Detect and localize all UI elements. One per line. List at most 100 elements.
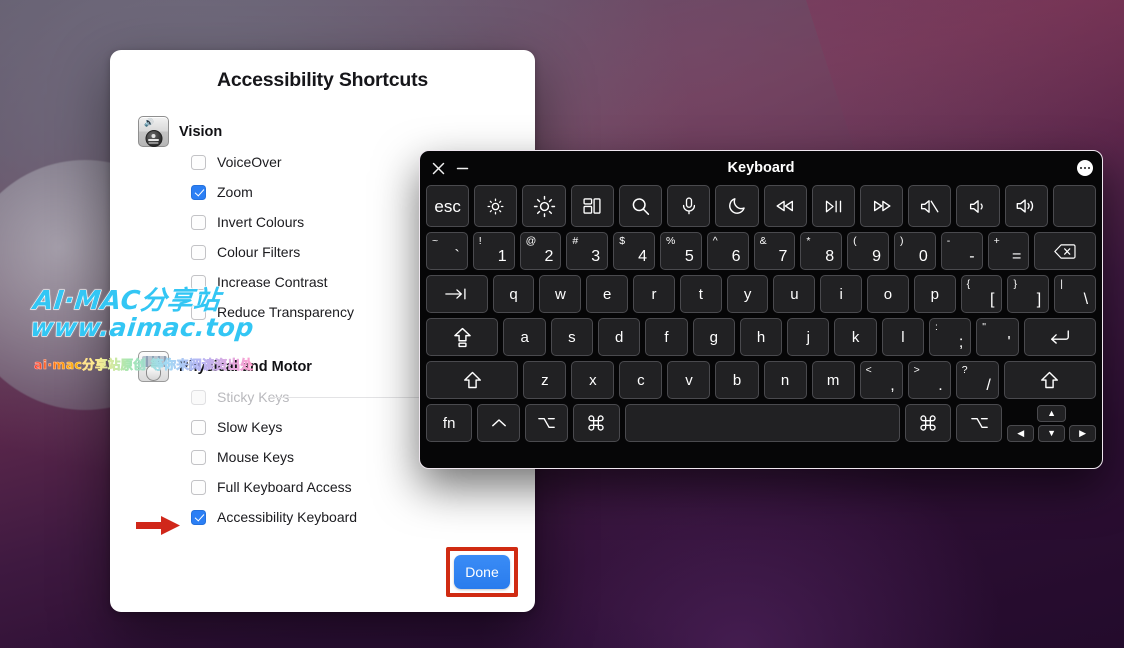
key-delete-backspace[interactable] [1034, 232, 1097, 270]
key-rewind[interactable] [763, 185, 807, 227]
key-k[interactable]: k [834, 318, 877, 356]
key-return[interactable] [1023, 318, 1097, 356]
key-volume-up[interactable] [1004, 185, 1048, 227]
key-l[interactable]: l [881, 318, 925, 356]
checkbox-invert-colours[interactable] [191, 214, 206, 230]
key-j[interactable]: j [787, 318, 830, 356]
checkbox-voiceover[interactable] [191, 154, 206, 170]
checkbox-increase-contrast[interactable] [191, 274, 206, 290]
key-m[interactable]: m [811, 361, 855, 399]
key-i[interactable]: i [820, 275, 863, 313]
checkbox-mouse-keys[interactable] [191, 449, 206, 465]
checkbox-row-full-keyboard-access[interactable]: Full Keyboard Access [138, 472, 535, 502]
key-arrow-left[interactable]: ◀ [1007, 425, 1035, 442]
key-6[interactable]: ^ 6 [706, 232, 749, 270]
key-period[interactable]: >. [907, 361, 951, 399]
key-t[interactable]: t [679, 275, 722, 313]
key-a[interactable]: a [503, 318, 546, 356]
checkbox-accessibility-keyboard[interactable] [191, 509, 206, 525]
key-arrow-right[interactable]: ▶ [1069, 425, 1096, 442]
key-s[interactable]: s [550, 318, 594, 356]
key-y[interactable]: y [726, 275, 769, 313]
key-c[interactable]: c [619, 361, 663, 399]
key-fast-forward[interactable] [859, 185, 904, 227]
key-minus[interactable]: -- [940, 232, 983, 270]
page-title: Accessibility Shortcuts [216, 69, 429, 91]
key-backslash[interactable]: | \ [1054, 275, 1097, 313]
key-3[interactable]: #3 [566, 232, 609, 270]
key-n[interactable]: n [763, 361, 807, 399]
key-tab[interactable] [426, 275, 488, 313]
key-volume-down[interactable] [956, 185, 1000, 227]
key-space[interactable] [624, 404, 900, 442]
key-option-right[interactable] [955, 404, 1003, 442]
more-options-icon[interactable] [1077, 160, 1093, 176]
minimize-icon[interactable] [453, 159, 471, 177]
accessibility-keyboard-window: Keyboard esc ~ ` ! 1 @ 2 # 3 $ 4 % 5 ^ 6… [419, 150, 1103, 469]
key-u[interactable]: u [773, 275, 816, 313]
key-comma[interactable]: <, [859, 361, 903, 399]
key-r[interactable]: r [633, 275, 675, 313]
checkbox-colour-filters[interactable] [191, 244, 206, 260]
key-0[interactable]: ) 0 [893, 232, 936, 270]
key-7[interactable]: & 7 [753, 232, 796, 270]
key-q[interactable]: q [492, 275, 535, 313]
key-blank[interactable] [1052, 185, 1097, 227]
done-button[interactable]: Done [454, 555, 510, 589]
key-w[interactable]: w [539, 275, 582, 313]
key-mission-control[interactable] [570, 185, 614, 227]
checkbox-full-keyboard-access[interactable] [191, 479, 206, 495]
key-dictation-mic[interactable] [667, 185, 711, 227]
keyboard-row-function: esc [426, 185, 1097, 227]
key-1[interactable]: ! 1 [472, 232, 515, 270]
key-equal[interactable]: + = [987, 232, 1030, 270]
key-mute[interactable] [908, 185, 952, 227]
key-spotlight-search[interactable] [618, 185, 663, 227]
checkbox-reduce-transparency[interactable] [191, 304, 206, 320]
key-o[interactable]: o [867, 275, 909, 313]
checkbox-row-accessibility-keyboard[interactable]: Accessibility Keyboard [138, 502, 535, 532]
key-brightness-down[interactable] [474, 185, 518, 227]
checkbox-zoom[interactable] [191, 184, 206, 200]
key-option-left[interactable] [525, 404, 569, 442]
key-backtick[interactable]: ~ ` [426, 232, 468, 270]
key-control[interactable] [477, 404, 521, 442]
close-icon[interactable] [429, 159, 447, 177]
key-e[interactable]: e [586, 275, 629, 313]
key-f[interactable]: f [645, 318, 688, 356]
key-5[interactable]: % 5 [659, 232, 702, 270]
key-arrow-down[interactable]: ▼ [1038, 425, 1066, 442]
key-command-right[interactable] [904, 404, 951, 442]
key-esc[interactable]: esc [426, 185, 470, 227]
key-bracket-right[interactable]: }] [1007, 275, 1050, 313]
key-x[interactable]: x [571, 361, 615, 399]
key-fn[interactable]: fn [426, 404, 473, 442]
key-semicolon[interactable]: :; [929, 318, 972, 356]
key-p[interactable]: p [913, 275, 956, 313]
key-2[interactable]: @2 [519, 232, 562, 270]
key-b[interactable]: b [715, 361, 759, 399]
key-arrow-up[interactable]: ▲ [1037, 405, 1067, 422]
key-d[interactable]: d [598, 318, 641, 356]
keyboard-row-qwerty: q w e r t y u i o p {[ }] | \ [426, 275, 1097, 313]
key-caps-lock[interactable] [426, 318, 499, 356]
key-brightness-up[interactable] [522, 185, 566, 227]
key-slash[interactable]: ? / [955, 361, 999, 399]
key-quote[interactable]: " ' [976, 318, 1019, 356]
section-header-vision: 🔊 Vision [138, 116, 535, 147]
key-command-left[interactable] [573, 404, 620, 442]
key-v[interactable]: v [667, 361, 711, 399]
key-do-not-disturb[interactable] [715, 185, 759, 227]
voiceover-icon: 🔊 [138, 116, 169, 147]
checkbox-slow-keys[interactable] [191, 419, 206, 435]
key-shift-left[interactable] [426, 361, 519, 399]
key-8[interactable]: * 8 [800, 232, 843, 270]
key-shift-right[interactable] [1003, 361, 1097, 399]
key-z[interactable]: z [523, 361, 567, 399]
key-9[interactable]: (9 [847, 232, 889, 270]
key-bracket-left[interactable]: {[ [960, 275, 1003, 313]
key-4[interactable]: $4 [613, 232, 655, 270]
key-play-pause[interactable] [811, 185, 855, 227]
key-h[interactable]: h [739, 318, 783, 356]
key-g[interactable]: g [692, 318, 735, 356]
